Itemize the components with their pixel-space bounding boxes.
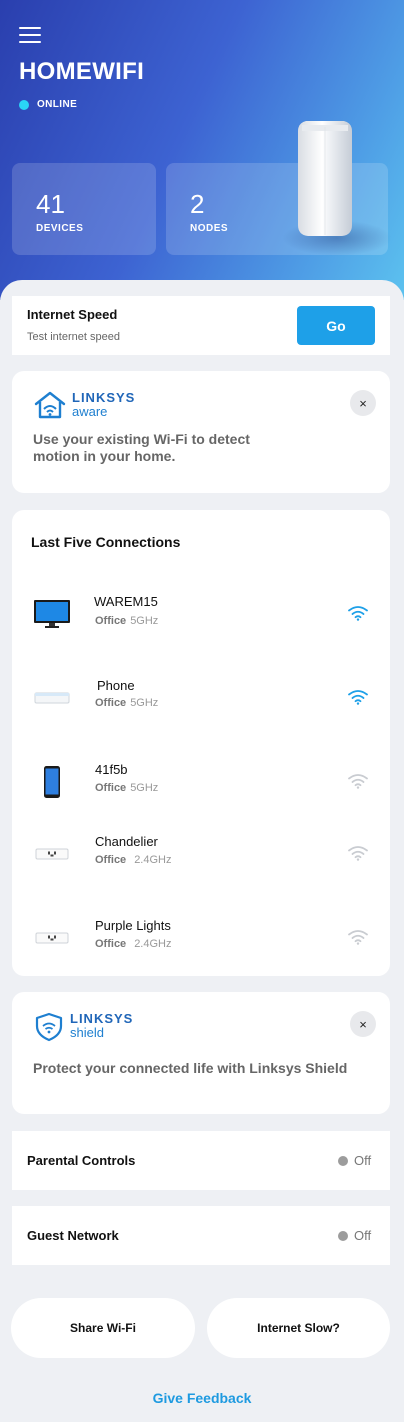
status-label: ONLINE	[37, 99, 78, 110]
shield-icon	[35, 1012, 63, 1042]
wifi-signal-strong-icon	[348, 606, 368, 621]
hamburger-menu-icon[interactable]	[19, 27, 41, 43]
smartphone-icon	[30, 762, 74, 802]
devices-label: DEVICES	[36, 223, 84, 234]
connection-row[interactable]: Phone Office 5GHz	[12, 676, 390, 726]
linksys-aware-card[interactable]: LINKSYS aware × Use your existing Wi-Fi …	[12, 371, 390, 493]
device-location: Office 5GHz	[95, 615, 159, 627]
close-icon[interactable]: ×	[350, 1011, 376, 1037]
monitor-icon	[30, 594, 74, 634]
parental-controls-row[interactable]: Parental Controls Off	[12, 1131, 390, 1190]
internet-speed-subtitle: Test internet speed	[27, 331, 120, 343]
internet-speed-title: Internet Speed	[27, 307, 118, 322]
parental-controls-state: Off	[354, 1153, 372, 1168]
wifi-signal-strong-icon	[348, 690, 368, 705]
shield-brand-name: LINKSYS	[70, 1011, 134, 1026]
parental-controls-label: Parental Controls	[27, 1153, 136, 1168]
tv-box-icon	[30, 678, 74, 718]
device-name: Purple Lights	[95, 918, 171, 933]
device-location: Office 5GHz	[95, 782, 159, 794]
aware-description: Use your existing Wi-Fi to detect motion…	[33, 431, 250, 464]
internet-speed-card: Internet Speed Test internet speed Go	[12, 296, 390, 355]
device-location: Office 2.4GHz	[95, 938, 172, 950]
wifi-signal-weak-icon	[348, 846, 368, 861]
internet-slow-button[interactable]: Internet Slow?	[207, 1298, 390, 1358]
speed-test-go-button[interactable]: Go	[297, 306, 375, 345]
wifi-signal-weak-icon	[348, 774, 368, 789]
aware-brand-sub: aware	[72, 404, 108, 419]
linksys-shield-card[interactable]: LINKSYS shield × Protect your connected …	[12, 992, 390, 1114]
guest-network-status[interactable]: Off	[338, 1228, 371, 1243]
last-connections-card: Last Five Connections WAREM15 Office 5GHz	[12, 510, 390, 976]
smart-plug-icon	[30, 918, 74, 958]
device-name: 41f5b	[95, 762, 128, 777]
network-status: ONLINE	[19, 99, 77, 110]
status-dot-icon	[338, 1155, 348, 1166]
device-name: WAREM15	[94, 594, 158, 609]
guest-network-label: Guest Network	[27, 1228, 119, 1243]
status-dot-icon	[338, 1230, 348, 1241]
linksys-aware-logo: LINKSYS aware	[34, 391, 135, 419]
device-name: Phone	[97, 678, 135, 693]
aware-brand-name: LINKSYS	[72, 390, 136, 405]
dashboard-header: HOMEWIFI ONLINE 41 DEVICES 2 NODES	[0, 0, 404, 300]
status-dot-icon	[19, 99, 29, 110]
smart-plug-icon	[30, 834, 74, 874]
shield-description: Protect your connected life with Linksys…	[33, 1060, 348, 1076]
network-name: HOMEWIFI	[19, 58, 145, 85]
shield-brand-sub: shield	[70, 1025, 104, 1040]
connection-row[interactable]: 41f5b Office 5GHz	[12, 760, 390, 810]
velop-node-icon	[298, 121, 352, 236]
share-wifi-button[interactable]: Share Wi-Fi	[11, 1298, 195, 1358]
device-name: Chandelier	[95, 834, 158, 849]
connection-row[interactable]: Chandelier Office 2.4GHz	[12, 832, 390, 882]
parental-controls-status[interactable]: Off	[338, 1153, 371, 1168]
give-feedback-link[interactable]: Give Feedback	[0, 1390, 404, 1406]
nodes-count: 2	[190, 189, 205, 219]
connection-row[interactable]: Purple Lights Office 2.4GHz	[12, 916, 390, 966]
device-location: Office 5GHz	[95, 697, 159, 709]
close-icon[interactable]: ×	[350, 390, 376, 416]
home-wifi-icon	[34, 391, 66, 419]
guest-network-row[interactable]: Guest Network Off	[12, 1206, 390, 1265]
guest-network-state: Off	[354, 1228, 372, 1243]
wifi-signal-weak-icon	[348, 930, 368, 945]
devices-tile[interactable]: 41 DEVICES	[12, 163, 156, 255]
connection-row[interactable]: WAREM15 Office 5GHz	[12, 592, 390, 642]
devices-count: 41	[36, 189, 65, 219]
nodes-label: NODES	[190, 223, 229, 234]
device-location: Office 2.4GHz	[95, 854, 172, 866]
last-connections-title: Last Five Connections	[31, 534, 181, 550]
linksys-shield-logo: LINKSYS shield	[34, 1012, 133, 1042]
